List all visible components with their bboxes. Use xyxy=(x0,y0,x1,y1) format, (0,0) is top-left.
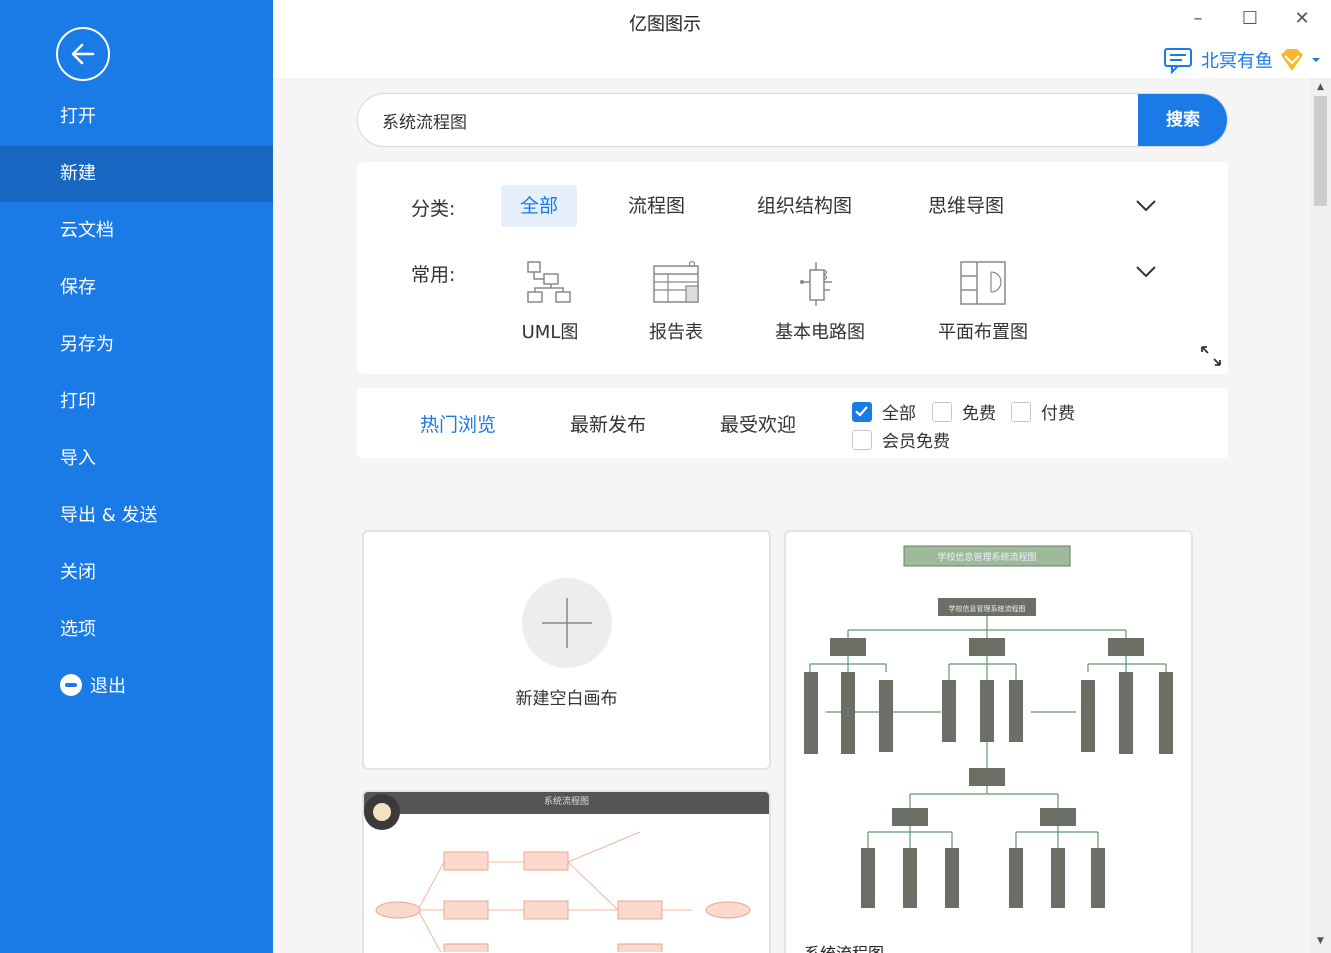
search-button[interactable]: 搜索 xyxy=(1138,94,1227,146)
filter-member-free-checkbox[interactable]: 会员免费 xyxy=(852,427,950,452)
filter-paid-label: 付费 xyxy=(1041,404,1075,424)
sidebar-item-options[interactable]: 选项 xyxy=(0,602,273,658)
common-uml[interactable]: UML图 xyxy=(500,260,600,344)
common-circuit[interactable]: 基本电路图 xyxy=(770,260,870,344)
search-input[interactable] xyxy=(382,94,1122,146)
filter-panel: 分类: 全部 流程图 组织结构图 思维导图 常用: UML图 报告表 基本电路图… xyxy=(357,162,1228,374)
category-all[interactable]: 全部 xyxy=(501,185,578,227)
common-uml-label: UML图 xyxy=(521,322,579,343)
filter-all-checkbox[interactable]: 全部 xyxy=(852,399,916,424)
sidebar-item-export-send[interactable]: 导出 & 发送 xyxy=(0,488,273,544)
sidebar-item-save-as[interactable]: 另存为 xyxy=(0,317,273,373)
close-button[interactable]: ✕ xyxy=(1287,6,1317,32)
minimize-button[interactable]: – xyxy=(1183,6,1213,32)
user-name[interactable]: 北冥有鱼 xyxy=(1201,47,1273,73)
template-card[interactable]: 系统流程图 xyxy=(362,790,771,953)
circuit-icon xyxy=(800,262,832,306)
template-preview-title: 学校信息管理系统流程图 xyxy=(937,551,1036,563)
tab-hot[interactable]: 热门浏览 xyxy=(420,410,496,437)
expand-icon[interactable] xyxy=(1199,344,1223,368)
vip-diamond-icon xyxy=(1281,49,1303,71)
sidebar-item-import[interactable]: 导入 xyxy=(0,431,273,487)
app-title: 亿图图示 xyxy=(629,14,701,35)
template-preview-flowchart xyxy=(364,794,751,952)
sidebar-item-save[interactable]: 保存 xyxy=(0,260,273,316)
floor-plan-icon xyxy=(960,261,1006,305)
common-circuit-label: 基本电路图 xyxy=(775,322,865,343)
back-button[interactable] xyxy=(56,27,110,81)
user-account[interactable]: 北冥有鱼 xyxy=(1163,45,1321,75)
sort-bar: 热门浏览 最新发布 最受欢迎 全部 免费 付费 会员免费 xyxy=(357,388,1228,458)
chevron-down-icon[interactable] xyxy=(1135,265,1157,279)
filter-free-checkbox[interactable]: 免费 xyxy=(932,399,996,424)
chevron-down-icon[interactable] xyxy=(1135,199,1157,213)
category-mind-map[interactable]: 思维导图 xyxy=(909,185,1023,227)
sidebar-item-close[interactable]: 关闭 xyxy=(0,545,273,601)
template-card[interactable]: 学校信息管理系统流程图 学校信息管理系统流程图 xyxy=(784,530,1193,953)
plus-icon[interactable] xyxy=(522,578,612,668)
sidebar-item-exit-label: 退出 xyxy=(90,676,126,697)
filter-all-label: 全部 xyxy=(882,404,916,424)
report-table-icon xyxy=(653,260,699,303)
common-floor-plan-label: 平面布置图 xyxy=(938,322,1028,343)
maximize-button[interactable]: ☐ xyxy=(1235,6,1265,32)
sidebar-item-print[interactable]: 打印 xyxy=(0,374,273,430)
arrow-left-icon xyxy=(71,43,95,65)
scroll-down-arrow-icon[interactable]: ▼ xyxy=(1310,936,1331,946)
filter-paid-checkbox[interactable]: 付费 xyxy=(1011,399,1075,424)
main-panel: 亿图图示 – ☐ ✕ 北冥有鱼 ▲ ▼ 搜索 xyxy=(273,0,1331,953)
title-bar: 亿图图示 – ☐ ✕ 北冥有鱼 xyxy=(273,0,1331,78)
tab-popular[interactable]: 最受欢迎 xyxy=(720,410,796,437)
sidebar-item-open[interactable]: 打开 xyxy=(0,89,273,145)
caret-down-icon[interactable] xyxy=(1311,56,1321,64)
scroll-up-arrow-icon[interactable]: ▲ xyxy=(1310,82,1331,92)
vertical-scrollbar[interactable]: ▲ ▼ xyxy=(1310,78,1331,953)
template-name: 系统流程图 xyxy=(804,940,884,953)
tab-latest[interactable]: 最新发布 xyxy=(570,410,646,437)
template-preview-root: 学校信息管理系统流程图 xyxy=(949,604,1026,613)
common-report-table-label: 报告表 xyxy=(649,322,703,343)
common-floor-plan[interactable]: 平面布置图 xyxy=(933,260,1033,344)
checkbox-icon[interactable] xyxy=(1011,401,1031,422)
checkbox-icon[interactable] xyxy=(852,429,872,450)
sidebar: 打开 新建 云文档 保存 另存为 打印 导入 导出 & 发送 关闭 选项 退出 xyxy=(0,0,273,953)
sidebar-item-cloud-docs[interactable]: 云文档 xyxy=(0,203,273,259)
category-org-chart[interactable]: 组织结构图 xyxy=(738,185,871,227)
sidebar-item-new[interactable]: 新建 xyxy=(0,146,273,202)
category-flowchart[interactable]: 流程图 xyxy=(609,185,704,227)
filter-member-free-label: 会员免费 xyxy=(882,432,950,452)
scroll-thumb[interactable] xyxy=(1314,96,1327,206)
sidebar-item-exit[interactable]: 退出 xyxy=(0,659,273,715)
filter-free-label: 免费 xyxy=(962,404,996,424)
category-label: 分类: xyxy=(411,198,456,220)
minus-circle-icon xyxy=(60,674,82,696)
uml-icon xyxy=(527,261,571,303)
new-blank-canvas-card[interactable]: 新建空白画布 xyxy=(362,530,771,770)
message-icon[interactable] xyxy=(1163,46,1195,74)
new-blank-canvas-label: 新建空白画布 xyxy=(515,689,618,709)
common-label: 常用: xyxy=(411,264,456,286)
checkbox-checked-icon[interactable] xyxy=(852,401,872,422)
checkbox-icon[interactable] xyxy=(932,401,952,422)
common-report-table[interactable]: 报告表 xyxy=(626,260,726,344)
search-bar: 搜索 xyxy=(357,93,1228,147)
template-preview-org-chart: 学校信息管理系统流程图 学校信息管理系统流程图 xyxy=(804,545,1173,908)
